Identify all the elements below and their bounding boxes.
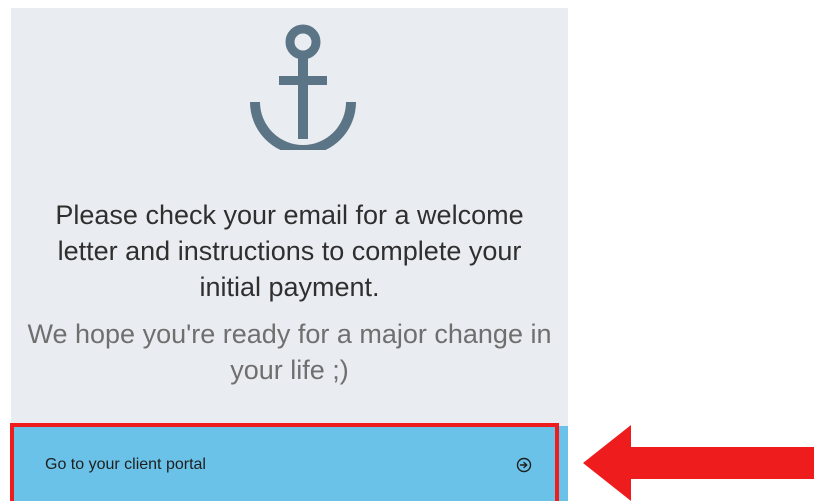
message-line: Please check your email for a welcome <box>55 200 524 230</box>
client-portal-label: Go to your client portal <box>45 456 206 473</box>
anchor-icon <box>250 24 356 150</box>
arrow-circle-right-icon <box>516 457 532 473</box>
message-line: letter and instructions to complete your <box>57 236 522 266</box>
message-line: initial payment. <box>199 272 380 302</box>
sub-message-line: We hope you're ready for a major <box>27 319 427 349</box>
red-arrow-left-icon <box>583 425 814 501</box>
client-portal-button[interactable]: Go to your client portal <box>11 426 568 501</box>
page: Please check your email for a welcome le… <box>0 0 814 501</box>
welcome-message: Please check your email for a welcome le… <box>11 197 568 305</box>
sub-message: We hope you're ready for a major change … <box>11 316 568 388</box>
